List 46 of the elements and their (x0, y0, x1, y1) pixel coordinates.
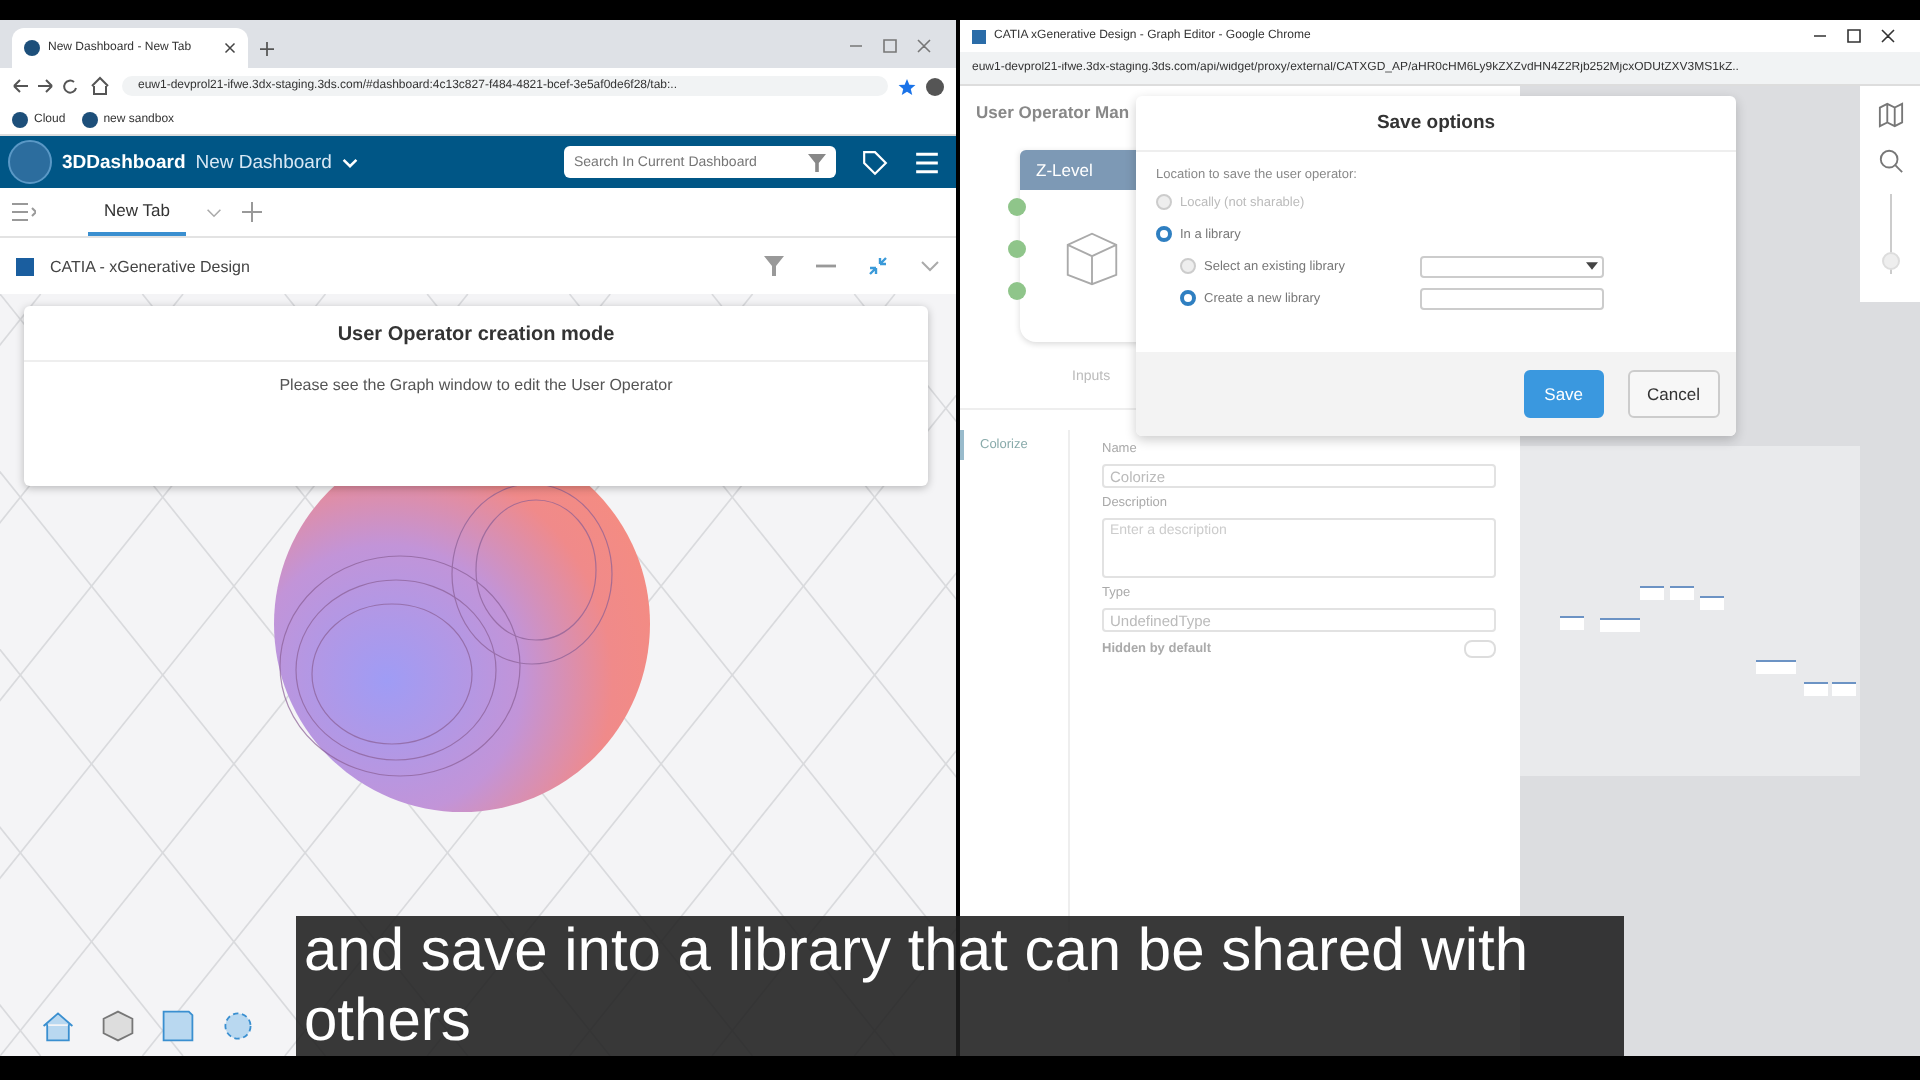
app-icon (16, 257, 34, 275)
filter-icon[interactable] (764, 256, 784, 276)
widget-title: CATIA - xGenerative Design (50, 257, 250, 275)
panel-title: User Operator Man (976, 102, 1130, 122)
star-icon[interactable] (898, 77, 916, 95)
app-brand: 3DDashboard (62, 151, 186, 173)
dashboard-name[interactable]: New Dashboard (195, 151, 332, 173)
collapse-icon[interactable] (868, 256, 888, 276)
port-dot[interactable] (1008, 240, 1026, 258)
filter-icon[interactable] (808, 153, 826, 171)
map-icon[interactable] (1877, 102, 1903, 128)
port-dot[interactable] (1008, 198, 1026, 216)
radio-button[interactable] (1180, 290, 1196, 306)
zoom-slider-thumb[interactable] (1881, 252, 1899, 270)
cube-icon[interactable] (100, 1008, 136, 1044)
window-controls-icon[interactable] (1808, 28, 1900, 44)
toggle-switch[interactable] (1464, 640, 1496, 658)
new-tab-icon[interactable] (260, 42, 274, 56)
radio-button[interactable] (1156, 226, 1172, 242)
box-icon (1064, 230, 1120, 286)
add-tab-icon[interactable] (241, 202, 262, 222)
notice-title: User Operator creation mode (24, 306, 928, 362)
save-icon[interactable] (160, 1008, 196, 1044)
app-icon (972, 29, 986, 43)
chevron-icon[interactable] (920, 256, 940, 276)
menu-icon[interactable] (914, 149, 940, 175)
close-icon[interactable] (224, 42, 236, 54)
navigation-icon[interactable] (12, 76, 112, 96)
port-dot[interactable] (1008, 282, 1026, 300)
dialog-title: Save options (1136, 96, 1736, 152)
notice-message: Please see the Graph window to edit the User Operator (277, 374, 675, 394)
caret-icon[interactable] (1586, 262, 1598, 270)
radio-button[interactable] (1156, 194, 1172, 210)
home-icon[interactable] (40, 1008, 76, 1044)
save-button[interactable]: Save (1524, 370, 1604, 418)
radio-button[interactable] (1180, 258, 1196, 274)
tag-icon[interactable] (862, 149, 888, 175)
cancel-button[interactable]: Cancel (1627, 370, 1720, 418)
sidebar-toggle-icon[interactable] (12, 202, 36, 222)
profile-icon[interactable] (926, 77, 944, 95)
library-name-field[interactable] (1420, 287, 1604, 309)
globe-icon (24, 40, 40, 56)
subtitle-caption: and save into a library that can be shared with others (296, 916, 1624, 1056)
dashboard-tab[interactable]: New Tab (88, 188, 186, 236)
compass-logo-icon[interactable] (8, 140, 52, 184)
zoom-icon[interactable] (1877, 148, 1903, 174)
